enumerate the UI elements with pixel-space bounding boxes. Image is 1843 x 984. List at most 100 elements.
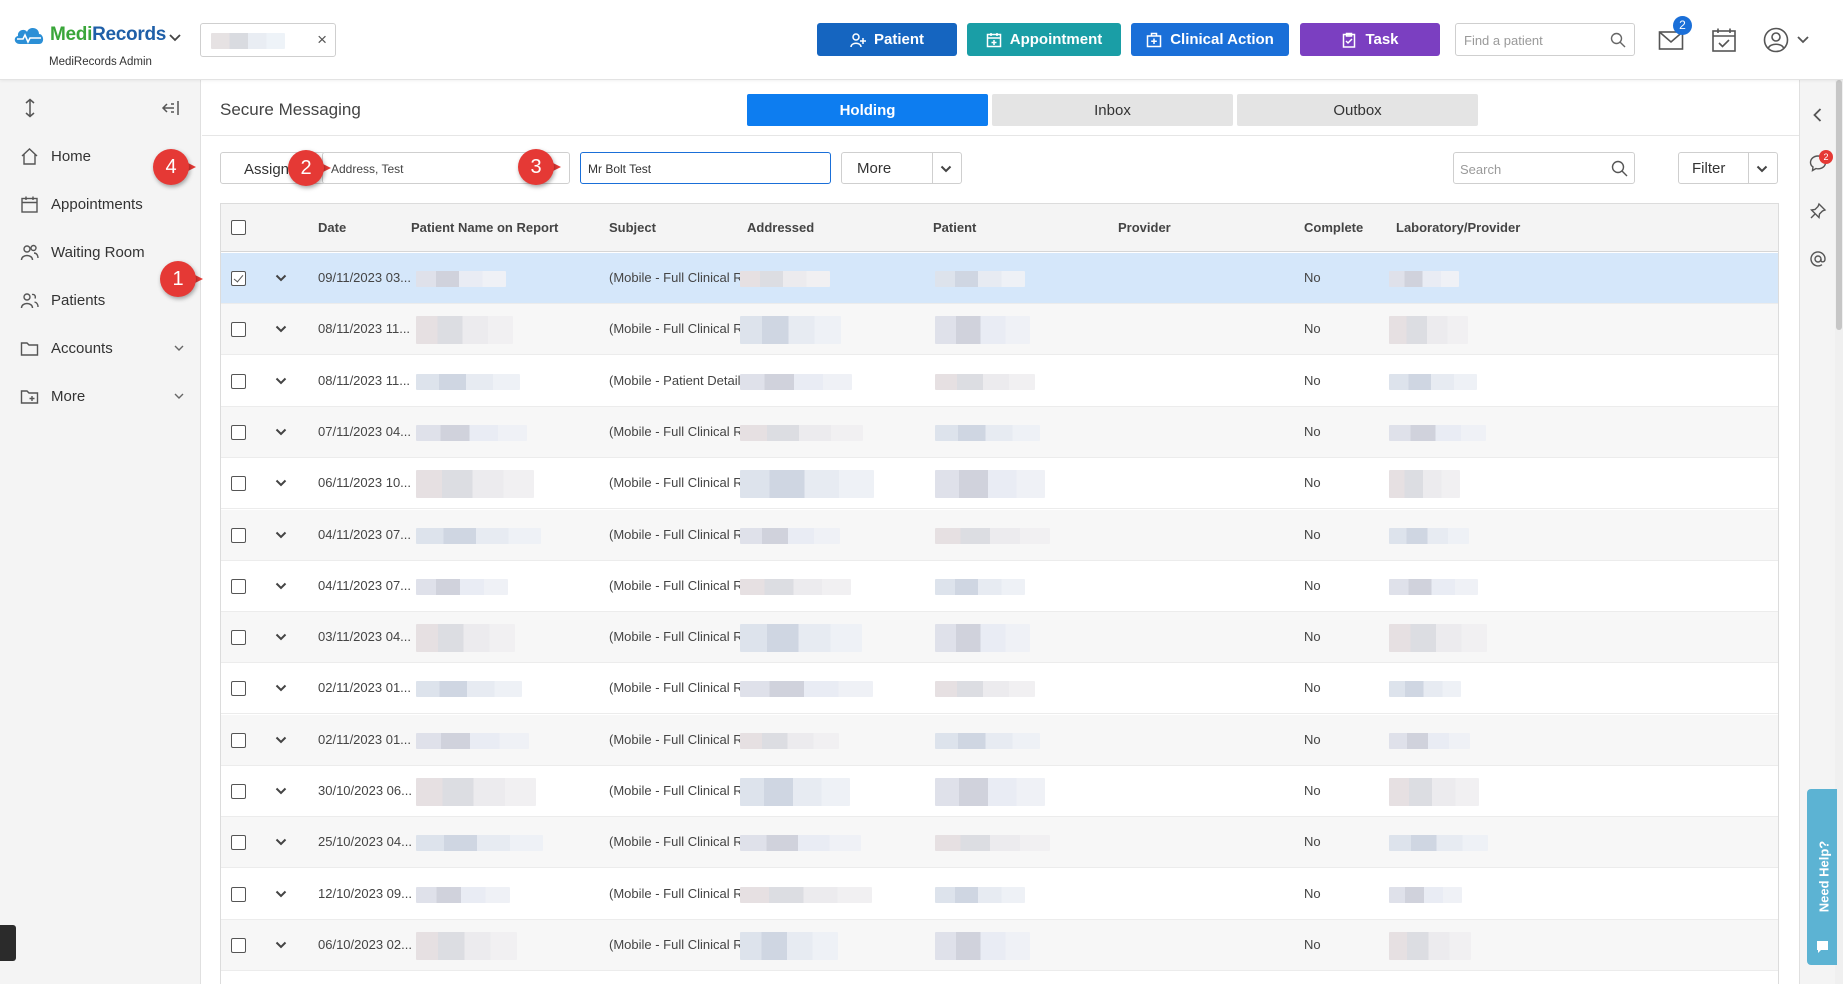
new-clinical-action-button[interactable]: Clinical Action — [1131, 23, 1289, 56]
table-row[interactable]: 06/11/2023 10... (Mobile - Full Clinical … — [221, 458, 1778, 510]
more-actions-dropdown[interactable]: More — [841, 152, 962, 184]
open-patient-tab[interactable]: × — [200, 23, 336, 57]
user-circle-icon[interactable] — [1762, 26, 1790, 54]
column-header-laboratory-provider[interactable]: Laboratory/Provider — [1396, 220, 1520, 235]
new-appointment-button[interactable]: Appointment — [967, 23, 1121, 56]
row-checkbox[interactable] — [231, 630, 246, 646]
chevron-down-icon[interactable] — [168, 31, 182, 45]
scrollbar-thumb[interactable] — [1836, 80, 1842, 330]
sidebar-item-label: More — [51, 387, 86, 405]
expand-row-chevron-icon[interactable] — [275, 581, 287, 591]
expand-row-chevron-icon[interactable] — [275, 324, 287, 334]
chevron-down-icon[interactable] — [1756, 163, 1768, 175]
row-checkbox[interactable] — [231, 835, 246, 851]
table-row[interactable]: 06/10/2023 02... (Mobile - Full Clinical … — [221, 919, 1778, 971]
callout-number: 2 — [288, 150, 324, 186]
tab-outbox[interactable]: Outbox — [1237, 94, 1478, 126]
table-row[interactable]: 02/11/2023 01... (Mobile - Full Clinical … — [221, 663, 1778, 715]
expand-row-chevron-icon[interactable] — [275, 376, 287, 386]
column-header-provider[interactable]: Provider — [1118, 220, 1171, 235]
org-subtitle: MediRecords Admin — [49, 56, 152, 68]
row-checkbox[interactable] — [231, 527, 246, 543]
filter-button[interactable]: Filter — [1678, 152, 1778, 184]
row-checkbox[interactable] — [231, 424, 246, 440]
table-row[interactable]: 09/11/2023 03... (Mobile - Full Clinical … — [221, 253, 1778, 304]
column-header-addressed[interactable]: Addressed — [747, 220, 814, 235]
expand-row-chevron-icon[interactable] — [275, 273, 287, 283]
sidebar-item-label: Accounts — [51, 339, 113, 357]
redacted-text — [1389, 835, 1488, 852]
table-row[interactable]: 07/11/2023 04... (Mobile - Full Clinical … — [221, 406, 1778, 458]
row-date: 04/11/2023 07... — [318, 577, 412, 593]
row-checkbox[interactable] — [231, 271, 246, 286]
column-header-subject[interactable]: Subject — [609, 220, 656, 235]
find-patient-input[interactable]: Find a patient — [1455, 23, 1635, 56]
row-checkbox[interactable] — [231, 937, 246, 953]
new-patient-button[interactable]: Patient — [817, 23, 957, 56]
chevron-down-icon[interactable] — [940, 163, 952, 175]
chevron-left-icon[interactable] — [1809, 106, 1827, 124]
table-row[interactable]: 25/10/2023 04... (Mobile - Full Clinical … — [221, 817, 1778, 869]
column-header-date[interactable]: Date — [318, 220, 346, 235]
expand-row-chevron-icon[interactable] — [275, 478, 287, 488]
close-icon[interactable]: × — [317, 31, 327, 49]
expand-row-chevron-icon[interactable] — [275, 837, 287, 847]
expand-row-chevron-icon[interactable] — [275, 427, 287, 437]
calendar-plus-icon — [986, 32, 1001, 47]
row-date: 02/11/2023 01... — [318, 680, 412, 696]
table-row[interactable]: 30/10/2023 06... (Mobile - Full Clinical … — [221, 766, 1778, 817]
sidebar-item-accounts[interactable]: Accounts — [20, 328, 185, 368]
pin-icon[interactable] — [1809, 202, 1827, 220]
row-checkbox[interactable] — [231, 476, 246, 492]
table-search-input[interactable]: Search — [1453, 152, 1635, 184]
select-all-checkbox[interactable] — [231, 220, 246, 235]
user-menu-chevron-icon[interactable] — [1796, 34, 1810, 46]
table-row[interactable]: 12/10/2023 09... (Mobile - Full Clinical … — [221, 869, 1778, 920]
column-header-patient-name-on-report[interactable]: Patient Name on Report — [411, 220, 558, 235]
redacted-text — [935, 732, 1040, 749]
expand-row-chevron-icon[interactable] — [275, 530, 287, 540]
expand-row-chevron-icon[interactable] — [275, 735, 287, 745]
table-row[interactable]: 03/11/2023 04... (Mobile - Full Clinical … — [221, 612, 1778, 664]
new-task-button[interactable]: Task — [1300, 23, 1440, 56]
expand-row-chevron-icon[interactable] — [275, 889, 287, 899]
table-row[interactable]: 02/11/2023 01... (Mobile - Full Clinical … — [221, 714, 1778, 766]
table-row[interactable]: 08/11/2023 11... (Mobile - Full Clinical … — [221, 304, 1778, 356]
row-checkbox[interactable] — [231, 681, 246, 697]
redacted-text — [740, 681, 873, 698]
column-header-patient[interactable]: Patient — [933, 220, 976, 235]
patient-select[interactable]: Mr Bolt Test — [580, 152, 831, 184]
need-help-button[interactable]: Need Help? — [1807, 789, 1837, 965]
tab-holding[interactable]: Holding — [747, 94, 988, 126]
column-header-complete[interactable]: Complete — [1304, 220, 1363, 235]
tab-inbox[interactable]: Inbox — [992, 94, 1233, 126]
expand-row-chevron-icon[interactable] — [275, 632, 287, 642]
row-checkbox[interactable] — [231, 578, 246, 594]
expand-row-chevron-icon[interactable] — [275, 786, 287, 796]
expand-row-chevron-icon[interactable] — [275, 940, 287, 950]
main-content: Secure Messaging Holding Inbox Outbox As… — [202, 80, 1799, 984]
search-icon[interactable] — [1610, 32, 1626, 48]
calendar-check-icon[interactable] — [1711, 27, 1737, 53]
table-row[interactable]: 08/11/2023 11... (Mobile - Patient Detail… — [221, 356, 1778, 407]
at-mention-icon[interactable] — [1809, 250, 1827, 268]
row-checkbox[interactable] — [231, 784, 246, 799]
app-logo[interactable]: MediRecords — [12, 24, 166, 46]
sidebar-item-more[interactable]: More — [20, 376, 185, 416]
redacted-text — [1389, 931, 1471, 960]
collapse-sidebar-icon[interactable] — [160, 98, 180, 118]
row-checkbox[interactable] — [231, 732, 246, 748]
row-checkbox[interactable] — [231, 373, 246, 389]
search-icon[interactable] — [1611, 160, 1628, 177]
chevron-down-icon — [174, 393, 184, 399]
row-date: 09/11/2023 03... — [318, 270, 412, 285]
table-row[interactable]: 04/11/2023 07... (Mobile - Full Clinical … — [221, 509, 1778, 561]
redacted-text — [1389, 271, 1459, 287]
expand-row-chevron-icon[interactable] — [275, 683, 287, 693]
row-checkbox[interactable] — [231, 322, 246, 338]
expand-vertical-icon[interactable] — [20, 98, 40, 118]
redacted-text — [1389, 316, 1468, 345]
table-row[interactable]: 04/11/2023 07... (Mobile - Full Clinical … — [221, 561, 1778, 612]
side-drawer-tab[interactable] — [0, 925, 16, 961]
row-checkbox[interactable] — [231, 886, 246, 902]
